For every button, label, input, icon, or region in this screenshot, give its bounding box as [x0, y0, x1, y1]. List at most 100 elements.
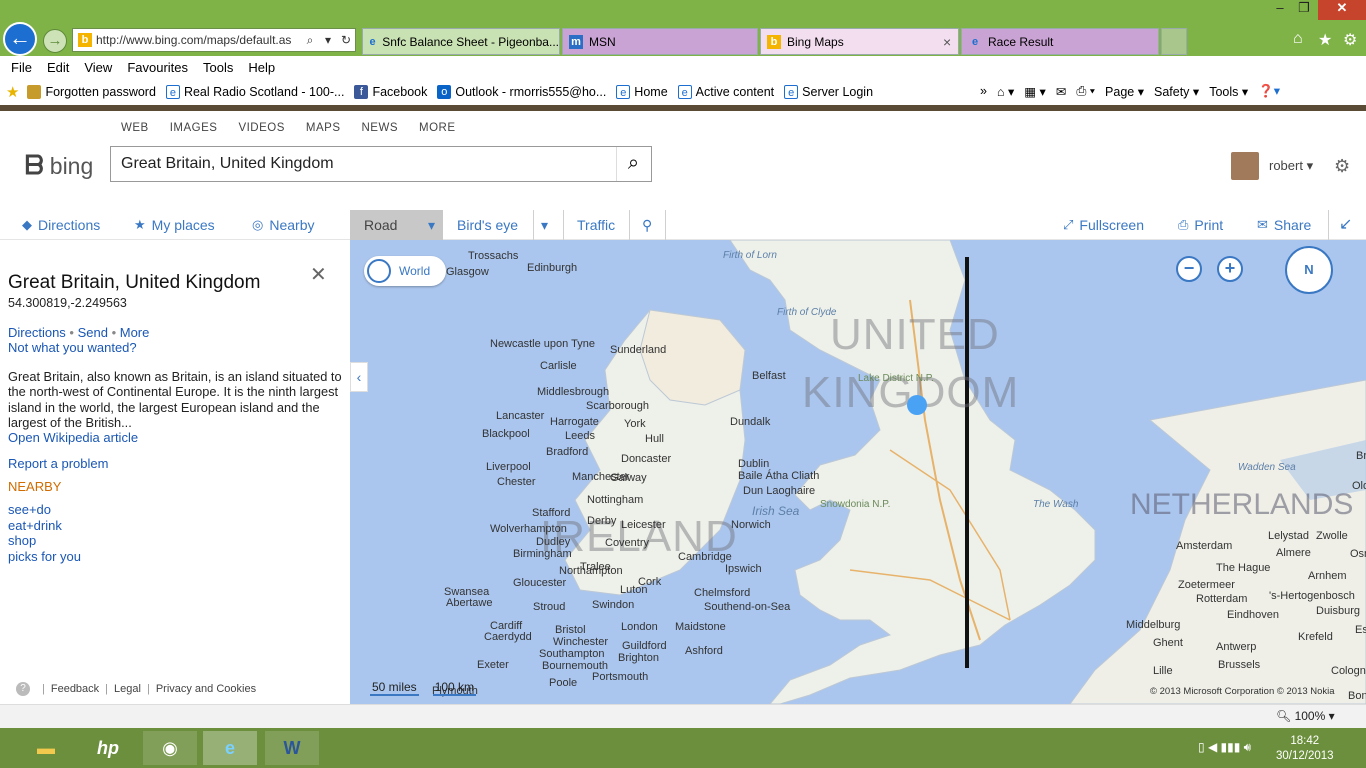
- new-tab-button[interactable]: [1161, 28, 1187, 55]
- nav-images[interactable]: IMAGES: [170, 122, 218, 134]
- tab-bing-maps[interactable]: b Bing Maps ×: [760, 28, 959, 55]
- menu-favourites[interactable]: Favourites: [127, 60, 188, 75]
- fav-server-login[interactable]: e Server Login: [784, 84, 873, 99]
- file-explorer-icon[interactable]: ▬: [19, 731, 73, 765]
- city-label: London: [621, 621, 658, 633]
- tab-msn[interactable]: m MSN: [562, 28, 758, 55]
- nav-more[interactable]: MORE: [419, 122, 456, 134]
- fav-forgotten-password[interactable]: Forgotten password: [27, 84, 156, 99]
- help-icon[interactable]: ?: [16, 682, 30, 696]
- chrome-icon[interactable]: ◉: [143, 731, 197, 765]
- collapse-panel-button[interactable]: ‹: [350, 362, 368, 392]
- word-icon[interactable]: W: [265, 731, 319, 765]
- msn-icon: m: [569, 34, 583, 49]
- link-directions[interactable]: Directions: [8, 325, 66, 340]
- clock-date: 30/12/2013: [1276, 750, 1334, 762]
- share-button[interactable]: ✉ Share: [1257, 210, 1311, 240]
- collapse-arrow-icon[interactable]: ↙: [1339, 210, 1352, 240]
- menu-tools[interactable]: Tools: [203, 60, 233, 75]
- help-icon[interactable]: ❓▾: [1258, 83, 1280, 99]
- link-more[interactable]: More: [120, 325, 150, 340]
- maximize-button[interactable]: ❐: [1290, 0, 1318, 20]
- print-icon[interactable]: ⎙ ▾: [1076, 84, 1095, 99]
- legal-link[interactable]: Legal: [114, 683, 141, 695]
- bing-logo[interactable]: ᗷ bing: [25, 150, 93, 182]
- nearby-eat-drink[interactable]: eat+drink: [8, 518, 81, 534]
- zoom-in-button[interactable]: +: [1217, 256, 1243, 282]
- city-label: Stafford: [532, 507, 571, 519]
- address-url[interactable]: http://www.bing.com/maps/default.as: [96, 33, 301, 47]
- nav-web[interactable]: WEB: [121, 122, 149, 134]
- gear-icon[interactable]: ⚙: [1334, 156, 1350, 177]
- back-button[interactable]: ←: [3, 22, 37, 56]
- compass-icon[interactable]: N: [1285, 246, 1333, 294]
- menu-view[interactable]: View: [84, 60, 112, 75]
- nearby-picks[interactable]: picks for you: [8, 549, 81, 565]
- chevron-icon[interactable]: »: [980, 84, 987, 98]
- search-icon[interactable]: ⌕: [616, 147, 650, 181]
- tab-close-icon[interactable]: ×: [943, 34, 951, 50]
- world-button[interactable]: World: [364, 256, 446, 286]
- forward-button[interactable]: →: [43, 29, 67, 53]
- directions-button[interactable]: ◆ Directions: [22, 210, 100, 240]
- zoom-level[interactable]: 🔍︎ 100% ▾: [1276, 709, 1335, 723]
- dropdown-icon[interactable]: ▾: [319, 33, 337, 47]
- hp-icon[interactable]: hp: [81, 731, 135, 765]
- mail-icon[interactable]: ✉: [1056, 84, 1066, 99]
- nav-news[interactable]: NEWS: [362, 122, 399, 134]
- fav-active-content[interactable]: e Active content: [677, 84, 774, 99]
- menu-edit[interactable]: Edit: [47, 60, 69, 75]
- menu-help[interactable]: Help: [248, 60, 275, 75]
- tab-race-result[interactable]: e Race Result: [961, 28, 1159, 55]
- fav-home[interactable]: e Home: [616, 84, 668, 99]
- feedback-link[interactable]: Feedback: [51, 683, 99, 695]
- location-pin[interactable]: [907, 395, 927, 415]
- system-tray[interactable]: ▯ ◀ ▮▮▮ 🔊︎: [1198, 740, 1251, 755]
- feeds-icon[interactable]: ▦ ▾: [1024, 84, 1046, 99]
- nearby-see-do[interactable]: see+do: [8, 502, 81, 518]
- zoom-icon: 🔍︎: [1276, 709, 1295, 723]
- search-icon[interactable]: ⌕: [301, 33, 319, 48]
- not-wanted-link[interactable]: Not what you wanted?: [8, 340, 137, 355]
- settings-gear-icon[interactable]: ⚙: [1343, 30, 1357, 50]
- close-window-button[interactable]: ✕: [1318, 0, 1366, 20]
- print-button[interactable]: ⎙ Print: [1178, 210, 1223, 240]
- user-menu[interactable]: robert ▾: [1231, 152, 1313, 180]
- home-icon[interactable]: ⌂ ▾: [997, 84, 1014, 99]
- fav-real-radio[interactable]: e Real Radio Scotland - 100-...: [165, 84, 344, 99]
- search-input[interactable]: Great Britain, United Kingdom: [110, 146, 652, 182]
- cmd-tools[interactable]: Tools ▾: [1209, 84, 1248, 99]
- link-send[interactable]: Send: [78, 325, 108, 340]
- refresh-icon[interactable]: ↻: [337, 33, 355, 47]
- cmd-safety[interactable]: Safety ▾: [1154, 84, 1199, 99]
- report-problem-link[interactable]: Report a problem: [8, 456, 108, 471]
- favorites-star-icon[interactable]: ★: [6, 83, 19, 101]
- birds-eye-button[interactable]: Bird's eye: [457, 210, 518, 240]
- nearby-shop[interactable]: shop: [8, 533, 81, 549]
- favorites-star-icon[interactable]: ★: [1318, 30, 1332, 50]
- nav-maps[interactable]: MAPS: [306, 122, 341, 134]
- privacy-link[interactable]: Privacy and Cookies: [156, 683, 256, 695]
- tab-snfc[interactable]: e Snfc Balance Sheet - Pigeonba...: [362, 28, 560, 55]
- map-canvas[interactable]: UNITED KINGDOM IRELAND NETHERLANDS Firth…: [350, 240, 1366, 704]
- streetside-icon[interactable]: ⚲: [642, 210, 652, 240]
- menu-file[interactable]: File: [11, 60, 32, 75]
- fullscreen-button[interactable]: ⤢ Fullscreen: [1063, 210, 1144, 240]
- zoom-out-button[interactable]: −: [1176, 256, 1202, 282]
- ie-icon[interactable]: e: [203, 731, 257, 765]
- fav-facebook[interactable]: f Facebook: [354, 84, 427, 99]
- clock[interactable]: 18:42 30/12/2013: [1276, 734, 1334, 764]
- home-icon[interactable]: ⌂: [1293, 30, 1303, 48]
- close-icon[interactable]: ✕: [310, 262, 327, 287]
- nearby-button[interactable]: ◎ Nearby: [252, 210, 314, 240]
- wikipedia-link[interactable]: Open Wikipedia article: [8, 430, 138, 445]
- road-dropdown-icon[interactable]: ▾: [420, 210, 443, 240]
- fav-outlook[interactable]: o Outlook - rmorris555@ho...: [437, 84, 606, 99]
- my-places-button[interactable]: ★ My places: [134, 210, 215, 240]
- cmd-page[interactable]: Page ▾: [1105, 84, 1144, 99]
- birds-eye-dropdown-icon[interactable]: ▾: [541, 210, 548, 240]
- address-bar[interactable]: b http://www.bing.com/maps/default.as ⌕ …: [72, 28, 356, 52]
- traffic-button[interactable]: Traffic: [577, 210, 615, 240]
- country-label-united: UNITED: [830, 310, 1000, 359]
- nav-videos[interactable]: VIDEOS: [238, 122, 284, 134]
